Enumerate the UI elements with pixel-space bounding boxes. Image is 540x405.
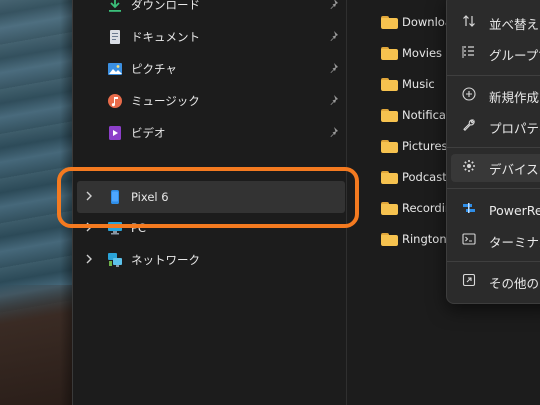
menu-item-label: デバイスを <box>489 161 540 177</box>
menu-separator <box>447 261 540 262</box>
menu-item-powerrename[interactable]: PowerRe <box>451 196 540 224</box>
nav-item-label: ミュージック <box>131 94 200 108</box>
menu-item-more-options[interactable]: その他のオ <box>451 268 540 296</box>
nav-item-label: ドキュメント <box>131 30 200 44</box>
folder-icon <box>381 15 398 29</box>
desktop-wallpaper <box>0 0 76 405</box>
nav-item-label: ダウンロード <box>131 0 200 12</box>
menu-item-new[interactable]: 新規作成 <box>451 82 540 110</box>
phone-icon <box>107 189 123 205</box>
menu-separator <box>447 147 540 148</box>
folder-icon <box>381 232 398 246</box>
menu-item-sort[interactable]: 並べ替え <box>451 9 540 37</box>
pin-icon[interactable] <box>328 94 342 108</box>
pin-icon[interactable] <box>328 0 342 12</box>
chevron-right-icon[interactable] <box>81 191 97 204</box>
download-icon <box>107 0 123 13</box>
menu-item-label: PowerRe <box>489 202 540 218</box>
menu-separator <box>447 188 540 189</box>
folder-icon <box>381 108 398 122</box>
pin-icon[interactable] <box>328 126 342 140</box>
nav-item-label: PC <box>131 221 146 235</box>
device-settings-icon <box>461 159 477 177</box>
menu-item-label: プロパティ <box>489 120 540 136</box>
folder-name: Pictures <box>402 139 448 153</box>
nav-item-documents[interactable]: ドキュメント <box>73 22 346 52</box>
new-icon <box>461 87 477 105</box>
sort-icon <box>461 14 477 32</box>
folder-name: Music <box>402 77 435 91</box>
video-icon <box>107 125 123 141</box>
menu-item-label: その他のオ <box>489 275 540 291</box>
menu-separator <box>447 75 540 76</box>
menu-item-label: ターミナル <box>489 234 540 250</box>
properties-icon <box>461 118 477 136</box>
chevron-right-icon[interactable] <box>81 254 97 267</box>
nav-item-videos[interactable]: ビデオ <box>73 118 346 148</box>
nav-item-label: ネットワーク <box>131 253 200 267</box>
chevron-right-icon[interactable] <box>81 222 97 235</box>
group-icon <box>461 45 477 63</box>
nav-item-pc[interactable]: PC <box>73 213 346 243</box>
menu-item-label: 新規作成 <box>489 89 540 105</box>
folder-icon <box>381 170 398 184</box>
context-menu: 並べ替え グループで 新規作成 プロパティ デバイスを PowerRe <box>446 0 540 304</box>
document-icon <box>107 29 123 45</box>
pc-icon <box>107 220 123 236</box>
music-icon <box>107 93 123 109</box>
menu-item-label: 並べ替え <box>489 16 540 32</box>
nav-item-pixel-6[interactable]: Pixel 6 <box>77 181 345 213</box>
navigation-pane: ダウンロード ドキュメント ピクチャ ミュージック ビデオ Pixel 6 PC… <box>73 0 347 405</box>
nav-item-downloads[interactable]: ダウンロード <box>73 0 346 20</box>
pin-icon[interactable] <box>328 30 342 44</box>
terminal-icon <box>461 232 477 250</box>
nav-item-label: ビデオ <box>131 126 166 140</box>
folder-icon <box>381 77 398 91</box>
powerrename-icon <box>461 201 477 219</box>
menu-item-properties[interactable]: プロパティ <box>451 113 540 141</box>
more-options-icon <box>461 273 477 291</box>
nav-item-label: Pixel 6 <box>131 190 169 204</box>
nav-item-music[interactable]: ミュージック <box>73 86 346 116</box>
folder-icon <box>381 201 398 215</box>
menu-item-terminal[interactable]: ターミナル <box>451 227 540 255</box>
menu-item-device-settings[interactable]: デバイスを <box>451 154 540 182</box>
pictures-icon <box>107 61 123 77</box>
folder-name: Movies <box>402 46 443 60</box>
folder-icon <box>381 139 398 153</box>
menu-item-group-by[interactable]: グループで <box>451 40 540 68</box>
nav-item-label: ピクチャ <box>131 62 177 76</box>
nav-item-pictures[interactable]: ピクチャ <box>73 54 346 84</box>
pin-icon[interactable] <box>328 62 342 76</box>
folder-icon <box>381 46 398 60</box>
network-icon <box>107 252 123 268</box>
menu-item-label: グループで <box>489 47 540 63</box>
nav-item-network[interactable]: ネットワーク <box>73 245 346 275</box>
